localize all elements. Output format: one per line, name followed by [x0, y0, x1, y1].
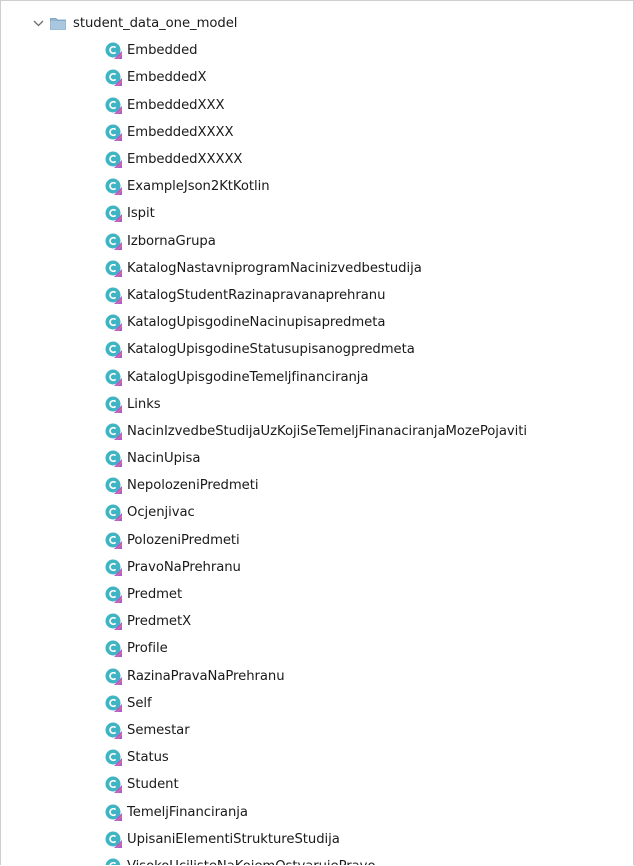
folder-label: student_data_one_model: [73, 16, 238, 32]
class-label: Predmet: [127, 587, 183, 603]
class-label: Status: [127, 750, 169, 766]
tree-class-item[interactable]: Ispit: [1, 200, 633, 227]
kotlin-class-icon: [105, 260, 122, 277]
tree-class-item[interactable]: EmbeddedX: [1, 64, 633, 91]
class-label: TemeljFinanciranja: [127, 804, 248, 820]
tree-class-item[interactable]: TemeljFinanciranja: [1, 798, 633, 825]
kotlin-class-icon: [105, 69, 122, 87]
class-label: NepolozeniPredmeti: [127, 478, 259, 494]
class-label: ExampleJson2KtKotlin: [127, 179, 270, 195]
class-label: IzbornaGrupa: [127, 233, 216, 249]
tree-class-item[interactable]: Profile: [1, 635, 633, 662]
kotlin-class-icon: [105, 450, 122, 468]
kotlin-class-icon: [105, 205, 122, 223]
class-label: EmbeddedXXXX: [127, 124, 234, 140]
tree-class-item[interactable]: IzbornaGrupa: [1, 228, 633, 255]
class-label: EmbeddedX: [127, 70, 207, 86]
kotlin-class-icon: [105, 722, 122, 739]
class-label: NacinIzvedbeStudijaUzKojiSeTemeljFinanac…: [127, 423, 528, 439]
kotlin-class-icon: [105, 396, 122, 413]
tree-folder-node[interactable]: student_data_one_model: [1, 10, 633, 37]
kotlin-class-icon: [105, 640, 122, 658]
class-label: Profile: [127, 641, 168, 657]
kotlin-class-icon: [105, 559, 122, 576]
tree-class-item[interactable]: KatalogStudentRazinapravanaprehranu: [1, 282, 633, 309]
tree-class-item[interactable]: PravoNaPrehranu: [1, 554, 633, 581]
tree-class-item[interactable]: Embedded: [1, 37, 633, 64]
tree-class-item[interactable]: UpisaniElementiStruktureStudija: [1, 826, 633, 853]
class-label: NacinUpisa: [127, 451, 201, 467]
tree-class-item[interactable]: KatalogUpisgodineStatusupisanogpredmeta: [1, 336, 633, 363]
kotlin-class-icon: [105, 287, 122, 304]
tree-class-item[interactable]: NacinIzvedbeStudijaUzKojiSeTemeljFinanac…: [1, 418, 633, 445]
kotlin-class-icon: [105, 586, 122, 604]
class-label: PravoNaPrehranu: [127, 559, 241, 575]
kotlin-class-icon: [105, 178, 122, 196]
class-label: RazinaPravaNaPrehranu: [127, 668, 285, 684]
folder-icon: [50, 17, 66, 31]
tree-class-item[interactable]: PredmetX: [1, 608, 633, 635]
tree-class-item[interactable]: Predmet: [1, 581, 633, 608]
tree-class-item[interactable]: NepolozeniPredmeti: [1, 472, 633, 499]
class-label: VisokoUcilisteNaKojemOstvarujePravo: [127, 859, 376, 865]
kotlin-class-icon: [105, 314, 122, 332]
tree-class-item[interactable]: Semestar: [1, 717, 633, 744]
tree-class-item[interactable]: PolozeniPredmeti: [1, 527, 633, 554]
tree-class-item[interactable]: KatalogNastavniprogramNacinizvedbestudij…: [1, 255, 633, 282]
class-label: EmbeddedXXXXX: [127, 152, 243, 168]
kotlin-class-icon: [105, 668, 122, 685]
kotlin-class-icon: [105, 42, 122, 60]
tree-class-item[interactable]: EmbeddedXXXX: [1, 119, 633, 146]
class-label: KatalogUpisgodineTemeljfinanciranja: [127, 369, 369, 385]
project-tree: student_data_one_model Embedded Embedded…: [1, 10, 633, 865]
tree-class-item[interactable]: KatalogUpisgodineTemeljfinanciranja: [1, 363, 633, 390]
kotlin-class-icon: [105, 749, 122, 767]
class-label: Links: [127, 396, 161, 412]
kotlin-class-icon: [105, 341, 122, 359]
kotlin-class-icon: [105, 504, 122, 522]
class-label: KatalogUpisgodineNacinupisapredmeta: [127, 315, 386, 331]
tree-class-item[interactable]: Links: [1, 391, 633, 418]
chevron-down-icon[interactable]: [32, 18, 44, 30]
class-label: Ocjenjivac: [127, 505, 195, 521]
tree-class-item[interactable]: NacinUpisa: [1, 445, 633, 472]
tree-class-item[interactable]: ExampleJson2KtKotlin: [1, 173, 633, 200]
kotlin-class-icon: [105, 532, 122, 549]
class-label: Semestar: [127, 722, 190, 738]
class-label: Self: [127, 695, 152, 711]
tree-class-item[interactable]: RazinaPravaNaPrehranu: [1, 663, 633, 690]
kotlin-class-icon: [105, 831, 122, 848]
class-label: KatalogNastavniprogramNacinizvedbestudij…: [127, 260, 422, 276]
kotlin-class-icon: [105, 695, 122, 712]
class-label: EmbeddedXXX: [127, 97, 225, 113]
tree-class-item[interactable]: Student: [1, 771, 633, 798]
kotlin-class-icon: [105, 151, 122, 169]
kotlin-class-icon: [105, 776, 122, 794]
tree-class-item[interactable]: KatalogUpisgodineNacinupisapredmeta: [1, 309, 633, 336]
tree-class-item[interactable]: EmbeddedXXXXX: [1, 146, 633, 173]
tree-class-item[interactable]: VisokoUcilisteNaKojemOstvarujePravo: [1, 853, 633, 865]
class-label: PolozeniPredmeti: [127, 532, 240, 548]
kotlin-class-icon: [105, 423, 122, 440]
class-label: PredmetX: [127, 614, 192, 630]
class-label: Student: [127, 777, 179, 793]
project-tree-panel: student_data_one_model Embedded Embedded…: [0, 0, 634, 865]
kotlin-class-icon: [105, 97, 122, 114]
tree-class-item[interactable]: Ocjenjivac: [1, 499, 633, 526]
class-label: Embedded: [127, 43, 198, 59]
class-label: KatalogStudentRazinapravanaprehranu: [127, 287, 386, 303]
kotlin-class-icon: [105, 124, 122, 141]
tree-class-item[interactable]: EmbeddedXXX: [1, 92, 633, 119]
class-label: KatalogUpisgodineStatusupisanogpredmeta: [127, 342, 415, 358]
kotlin-class-icon: [105, 613, 122, 631]
kotlin-class-icon: [105, 477, 122, 495]
kotlin-class-icon: [105, 858, 122, 865]
kotlin-class-icon: [105, 804, 122, 821]
tree-class-item[interactable]: Status: [1, 744, 633, 771]
kotlin-class-icon: [105, 369, 122, 386]
class-label: Ispit: [127, 206, 155, 222]
tree-class-item[interactable]: Self: [1, 690, 633, 717]
class-label: UpisaniElementiStruktureStudija: [127, 831, 340, 847]
kotlin-class-icon: [105, 233, 122, 250]
